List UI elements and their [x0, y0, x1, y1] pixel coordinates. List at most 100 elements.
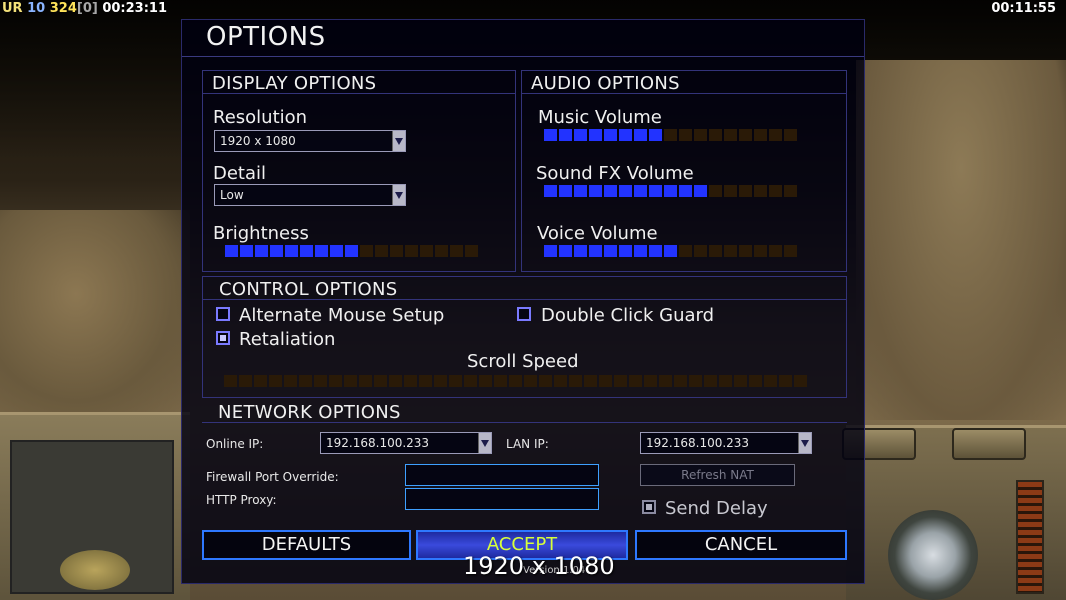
- command-button-stars[interactable]: [952, 428, 1026, 460]
- slider-segment[interactable]: [769, 185, 782, 197]
- slider-segment[interactable]: [694, 185, 707, 197]
- slider-segment[interactable]: [240, 245, 253, 257]
- slider-segment[interactable]: [629, 375, 642, 387]
- slider-segment[interactable]: [494, 375, 507, 387]
- slider-segment[interactable]: [569, 375, 582, 387]
- slider-segment[interactable]: [614, 375, 627, 387]
- lan-ip-dropdown[interactable]: 192.168.100.233: [640, 432, 812, 454]
- slider-segment[interactable]: [255, 245, 268, 257]
- slider-segment[interactable]: [619, 245, 632, 257]
- slider-segment[interactable]: [679, 185, 692, 197]
- refresh-nat-button[interactable]: Refresh NAT: [640, 464, 795, 486]
- slider-segment[interactable]: [360, 245, 373, 257]
- slider-segment[interactable]: [435, 245, 448, 257]
- slider-segment[interactable]: [604, 185, 617, 197]
- slider-segment[interactable]: [689, 375, 702, 387]
- slider-segment[interactable]: [724, 245, 737, 257]
- slider-segment[interactable]: [539, 375, 552, 387]
- slider-segment[interactable]: [359, 375, 372, 387]
- slider-segment[interactable]: [724, 129, 737, 141]
- slider-segment[interactable]: [285, 245, 298, 257]
- slider-segment[interactable]: [419, 375, 432, 387]
- slider-segment[interactable]: [769, 245, 782, 257]
- slider-segment[interactable]: [794, 375, 807, 387]
- scroll-speed-slider[interactable]: [224, 375, 807, 387]
- send-delay-checkbox[interactable]: [642, 500, 656, 514]
- detail-dropdown[interactable]: Low: [214, 184, 406, 206]
- slider-segment[interactable]: [679, 129, 692, 141]
- chevron-down-icon[interactable]: [478, 433, 491, 453]
- brightness-slider[interactable]: [225, 245, 478, 257]
- slider-segment[interactable]: [374, 375, 387, 387]
- slider-segment[interactable]: [269, 375, 282, 387]
- online-ip-dropdown[interactable]: 192.168.100.233: [320, 432, 492, 454]
- slider-segment[interactable]: [694, 129, 707, 141]
- defaults-button[interactable]: DEFAULTS: [202, 530, 411, 560]
- slider-segment[interactable]: [420, 245, 433, 257]
- slider-segment[interactable]: [589, 245, 602, 257]
- http-proxy-input[interactable]: [405, 488, 599, 510]
- slider-segment[interactable]: [674, 375, 687, 387]
- resolution-dropdown[interactable]: 1920 x 1080: [214, 130, 406, 152]
- slider-segment[interactable]: [664, 185, 677, 197]
- slider-segment[interactable]: [404, 375, 417, 387]
- slider-segment[interactable]: [574, 129, 587, 141]
- slider-segment[interactable]: [779, 375, 792, 387]
- slider-segment[interactable]: [544, 129, 557, 141]
- slider-segment[interactable]: [604, 129, 617, 141]
- slider-segment[interactable]: [270, 245, 283, 257]
- slider-segment[interactable]: [284, 375, 297, 387]
- slider-segment[interactable]: [754, 185, 767, 197]
- slider-segment[interactable]: [649, 245, 662, 257]
- chevron-down-icon[interactable]: [798, 433, 811, 453]
- slider-segment[interactable]: [315, 245, 328, 257]
- slider-segment[interactable]: [434, 375, 447, 387]
- firewall-port-input[interactable]: [405, 464, 599, 486]
- slider-segment[interactable]: [739, 185, 752, 197]
- slider-segment[interactable]: [559, 245, 572, 257]
- slider-segment[interactable]: [449, 375, 462, 387]
- slider-segment[interactable]: [784, 129, 797, 141]
- slider-segment[interactable]: [465, 245, 478, 257]
- slider-segment[interactable]: [734, 375, 747, 387]
- slider-segment[interactable]: [709, 129, 722, 141]
- slider-segment[interactable]: [649, 129, 662, 141]
- slider-segment[interactable]: [754, 245, 767, 257]
- slider-segment[interactable]: [634, 129, 647, 141]
- slider-segment[interactable]: [345, 245, 358, 257]
- chevron-down-icon[interactable]: [392, 185, 405, 205]
- slider-segment[interactable]: [524, 375, 537, 387]
- slider-segment[interactable]: [464, 375, 477, 387]
- slider-segment[interactable]: [589, 129, 602, 141]
- slider-segment[interactable]: [299, 375, 312, 387]
- slider-segment[interactable]: [329, 375, 342, 387]
- slider-segment[interactable]: [784, 245, 797, 257]
- music-volume-slider[interactable]: [544, 129, 797, 141]
- slider-segment[interactable]: [764, 375, 777, 387]
- slider-segment[interactable]: [619, 129, 632, 141]
- slider-segment[interactable]: [769, 129, 782, 141]
- slider-segment[interactable]: [405, 245, 418, 257]
- slider-segment[interactable]: [375, 245, 388, 257]
- slider-segment[interactable]: [604, 245, 617, 257]
- slider-segment[interactable]: [749, 375, 762, 387]
- slider-segment[interactable]: [544, 245, 557, 257]
- retaliation-checkbox[interactable]: [216, 331, 230, 345]
- slider-segment[interactable]: [659, 375, 672, 387]
- slider-segment[interactable]: [724, 185, 737, 197]
- slider-segment[interactable]: [450, 245, 463, 257]
- slider-segment[interactable]: [679, 245, 692, 257]
- slider-segment[interactable]: [559, 129, 572, 141]
- slider-segment[interactable]: [784, 185, 797, 197]
- cancel-button[interactable]: CANCEL: [635, 530, 847, 560]
- slider-segment[interactable]: [544, 185, 557, 197]
- sfx-volume-slider[interactable]: [544, 185, 797, 197]
- slider-segment[interactable]: [709, 185, 722, 197]
- voice-volume-slider[interactable]: [544, 245, 797, 257]
- slider-segment[interactable]: [599, 375, 612, 387]
- slider-segment[interactable]: [559, 185, 572, 197]
- slider-segment[interactable]: [390, 245, 403, 257]
- slider-segment[interactable]: [719, 375, 732, 387]
- slider-segment[interactable]: [619, 185, 632, 197]
- slider-segment[interactable]: [254, 375, 267, 387]
